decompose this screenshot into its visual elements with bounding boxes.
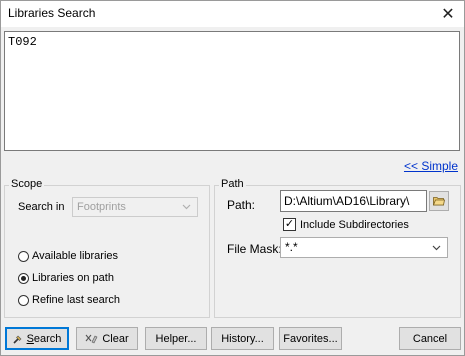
clear-button-label: Clear (102, 332, 129, 345)
radio-refine-last-search-label: Refine last search (32, 294, 121, 306)
file-mask-select[interactable]: *.* (280, 237, 448, 258)
chevron-down-icon (182, 199, 191, 218)
search-icon (12, 334, 23, 344)
check-icon: ✓ (283, 218, 296, 231)
radio-available-libraries[interactable]: Available libraries (18, 250, 118, 262)
file-mask-label: File Mask: (227, 242, 282, 256)
chevron-down-icon (432, 240, 441, 259)
scope-group-title: Scope (9, 178, 45, 190)
favorites-button[interactable]: Favorites... (279, 327, 342, 350)
file-mask-value: *.* (285, 240, 298, 254)
scope-group: Scope Search in Footprints Available lib… (4, 178, 210, 318)
radio-refine-last-search[interactable]: Refine last search (18, 294, 120, 306)
libraries-search-dialog: Libraries Search ✕ T092 << Simple Scope … (0, 0, 465, 356)
cancel-button[interactable]: Cancel (399, 327, 461, 350)
radio-refine-last-search-dot (18, 294, 29, 306)
simple-mode-link[interactable]: << Simple (404, 159, 458, 173)
radio-available-libraries-label: Available libraries (32, 250, 119, 262)
search-in-value: Footprints (77, 201, 126, 213)
path-group-title: Path (219, 178, 246, 190)
search-button-label: earch (33, 332, 62, 345)
search-in-label: Search in (18, 201, 65, 213)
close-icon[interactable]: ✕ (432, 1, 464, 27)
radio-libraries-on-path-dot (18, 272, 29, 284)
clear-icon (85, 333, 98, 344)
radio-available-libraries-dot (18, 250, 29, 262)
helper-button[interactable]: Helper... (145, 327, 207, 350)
title-bar: Libraries Search ✕ (1, 1, 464, 27)
history-button[interactable]: History... (211, 327, 274, 350)
radio-libraries-on-path[interactable]: Libraries on path (18, 272, 114, 284)
folder-browse-icon[interactable] (429, 191, 449, 211)
clear-button[interactable]: Clear (76, 327, 138, 350)
search-in-select[interactable]: Footprints (72, 197, 198, 217)
window-title: Libraries Search (8, 6, 96, 20)
query-input[interactable]: T092 (4, 31, 460, 151)
search-button[interactable]: Search (5, 327, 69, 350)
include-subdirectories-label: Include Subdirectories (300, 218, 409, 231)
search-button-accel: S (26, 332, 34, 345)
include-subdirectories-checkbox[interactable]: ✓ Include Subdirectories (283, 218, 409, 231)
path-group: Path Path: D:\Altium\AD16\Library\ ✓ Inc… (214, 178, 461, 318)
path-input[interactable]: D:\Altium\AD16\Library\ (280, 190, 427, 212)
radio-libraries-on-path-label: Libraries on path (32, 272, 114, 284)
path-label: Path: (227, 198, 256, 212)
